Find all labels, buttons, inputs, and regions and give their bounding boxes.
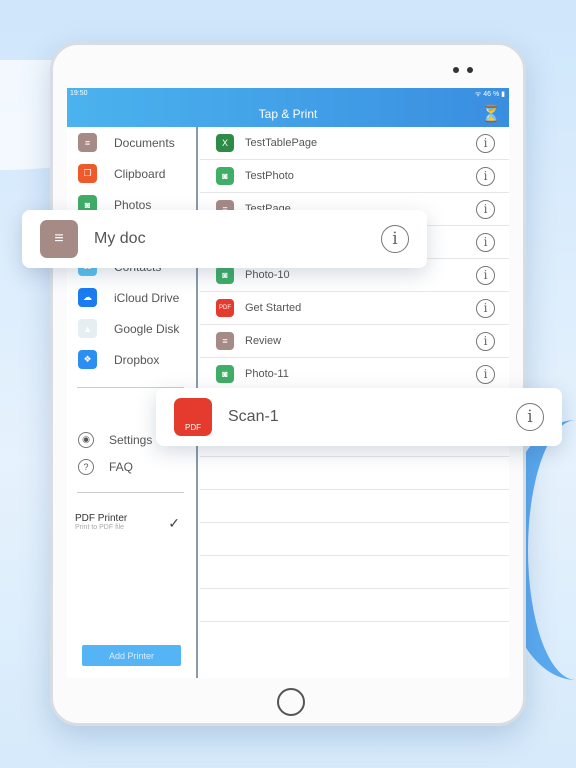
label: FAQ [109,459,134,474]
photo-icon: ◙ [216,266,234,284]
sidebar-icon: ☁ [78,288,97,307]
info-icon[interactable]: i [476,232,495,252]
status-time: 19:50 [70,90,88,97]
camera [453,67,459,73]
sidebar-item-label: Google Disk [114,321,180,336]
document-icon: ≡ [40,220,78,258]
sensor [467,67,473,73]
sidebar-item[interactable]: ☁ iCloud Drive [67,282,196,313]
info-icon[interactable]: i [476,298,495,318]
info-icon[interactable]: i [516,403,544,431]
scan-card[interactable]: PDF Scan-1 i [156,388,562,446]
file-name: Get Started [245,302,302,314]
sidebar-item-label: iCloud Drive [114,290,180,305]
file-row[interactable]: ◙ TestPhoto i [200,160,509,193]
file-row[interactable]: ◙ Photo-11 i [200,358,509,391]
file-row[interactable]: X TestTablePage i [200,127,509,160]
sidebar-item-label: Documents [114,135,175,150]
sidebar-icon: ▲ [78,319,97,338]
photo-icon: ◙ [216,167,234,185]
sidebar-icon: ≡ [78,133,97,152]
file-name: Review [245,335,282,347]
pdf-icon: PDF [216,299,234,317]
divider [77,492,184,493]
home-button[interactable] [277,688,305,716]
excel-icon: X [216,134,234,152]
file-name: Photo-11 [245,368,289,380]
help-icon: ? [78,458,94,475]
sidebar-item[interactable]: ❐ Clipboard [67,158,196,189]
info-icon[interactable]: i [476,364,495,384]
info-icon[interactable]: i [476,166,495,186]
sidebar-icon: ❐ [78,164,97,183]
file-name: TestPhoto [245,170,294,182]
scanner-icon[interactable]: ⏳ [481,104,501,124]
card-label: My doc [94,230,146,247]
printer-pdf[interactable]: PDF Printer Print to PDF file ✓ [67,505,196,539]
file-row[interactable]: PDF Get Started i [200,292,509,325]
sidebar-item[interactable]: ≡ Documents [67,127,196,158]
sidebar-item-label: Clipboard [114,166,166,181]
printer-name: PDF Printer [75,513,128,524]
nav-bar: 19:50 ᯤ 46 % ▮ Tap & Print ⏳ [67,88,509,127]
sidebar-item-label: Dropbox [114,352,160,367]
app-screen: 19:50 ᯤ 46 % ▮ Tap & Print ⏳ ≡ Documents ❐… [67,88,509,678]
file-row[interactable]: ≡ Review i [200,325,509,358]
info-icon[interactable]: i [476,265,495,285]
empty-row [200,523,509,556]
file-name: TestTablePage [245,137,318,149]
pdf-icon: PDF [174,398,212,436]
sidebar-item[interactable]: ❖ Dropbox [67,344,196,375]
empty-row [200,457,509,490]
empty-row [200,490,509,523]
empty-row [200,589,509,622]
info-icon[interactable]: i [476,133,495,153]
photo-icon: ◙ [216,365,234,383]
label: Settings [109,432,153,447]
card-label: Scan-1 [228,408,279,425]
info-icon[interactable]: i [476,199,495,219]
sidebar-item-faq[interactable]: ? FAQ [67,453,196,480]
info-icon[interactable]: i [381,225,409,253]
empty-row [200,556,509,589]
add-printer-button[interactable]: Add Printer [82,645,181,666]
doc-icon: ≡ [216,332,234,350]
status-battery: ᯤ 46 % ▮ [474,91,505,98]
sidebar-icon: ❖ [78,350,97,369]
battery-level: 46 % [483,91,500,98]
info-icon[interactable]: i [476,331,495,351]
my-doc-card[interactable]: ≡ My doc i [22,210,427,268]
sidebar-item[interactable]: ▲ Google Disk [67,313,196,344]
gear-icon: ◉ [78,431,94,448]
file-name: Photo-10 [245,269,290,281]
checkmark-icon: ✓ [168,515,180,531]
page-title: Tap & Print [258,107,318,121]
pdf-badge: PDF [185,423,201,432]
